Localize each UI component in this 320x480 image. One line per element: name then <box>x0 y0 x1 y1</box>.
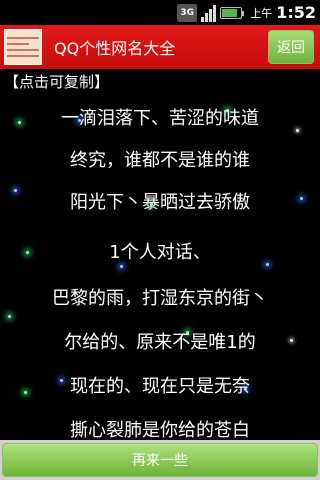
copy-hint: 【点击可复制】 <box>4 73 110 91</box>
page-title: QQ个性网名大全 <box>54 39 176 58</box>
list-item[interactable]: 巴黎的雨，打湿东京的街丶 <box>0 279 320 319</box>
list-item[interactable]: 现在的、现在只是无奈 <box>0 367 320 407</box>
list-item[interactable]: 终究，谁都不是谁的谁 <box>0 141 320 181</box>
list-item[interactable]: 阳光下丶暴晒过去骄傲 <box>0 183 320 223</box>
status-ampm: 上午 <box>250 6 273 20</box>
bottom-bar: 再来一些 <box>0 440 320 480</box>
load-more-button[interactable]: 再来一些 <box>2 443 318 477</box>
list-item[interactable]: 尔给的、原来不是唯1的 <box>0 323 320 363</box>
signal-icon <box>201 4 217 22</box>
battery-icon <box>220 6 245 19</box>
list-item[interactable]: 一滴泪落下、苦涩的味道 <box>0 99 320 139</box>
name-list: 【点击可复制】 一滴泪落下、苦涩的味道 终究，谁都不是谁的谁 阳光下丶暴晒过去骄… <box>0 69 320 440</box>
list-item[interactable]: 撕心裂肺是你给的苍白 <box>0 411 320 440</box>
network-3g-icon: 3G <box>177 3 198 22</box>
back-button[interactable]: 返回 <box>268 30 314 64</box>
status-bar: 3G 上午 1:52 <box>0 0 320 25</box>
title-bar: QQ个性网名大全 返回 <box>0 25 320 69</box>
app-logo-icon <box>4 29 42 65</box>
status-time: 1:52 <box>276 3 316 22</box>
list-item[interactable]: 1个人对话、 <box>0 233 320 273</box>
